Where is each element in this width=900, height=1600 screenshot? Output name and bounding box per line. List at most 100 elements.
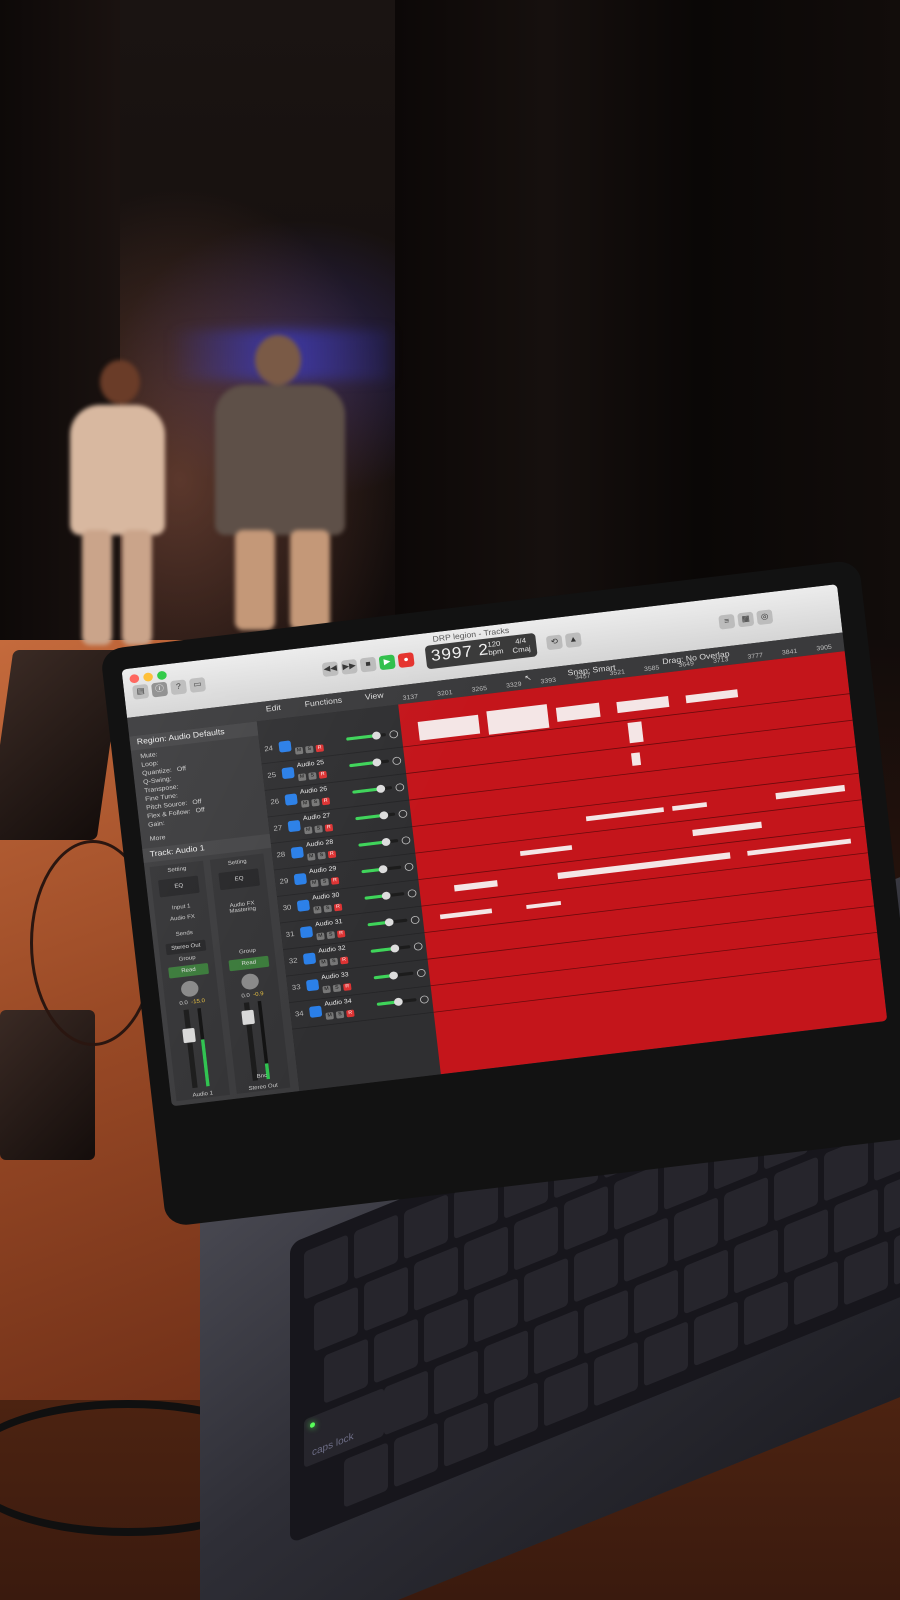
track-volume-slider[interactable]	[352, 784, 393, 794]
keyboard-key[interactable]	[414, 1245, 458, 1312]
pan-knob[interactable]	[180, 979, 200, 998]
input-monitor-icon[interactable]	[419, 995, 430, 1004]
input-monitor-icon[interactable]	[413, 942, 423, 951]
input-slot[interactable]: Input 1	[158, 902, 205, 913]
output-slot[interactable]: Stereo Out	[165, 939, 207, 956]
solo-button[interactable]: S	[308, 772, 317, 781]
audio-fx-slot[interactable]: Audio FX Mastering	[219, 899, 267, 915]
keyboard-key[interactable]	[784, 1208, 828, 1275]
mute-button[interactable]: M	[325, 1011, 334, 1020]
keyboard-key[interactable]	[564, 1185, 608, 1251]
solo-button[interactable]: S	[332, 984, 342, 993]
keyboard-key[interactable]	[364, 1265, 408, 1332]
view-menu[interactable]: View	[365, 691, 385, 702]
keyboard-key[interactable]	[734, 1228, 778, 1295]
keyboard-key[interactable]	[374, 1317, 418, 1384]
track-volume-slider[interactable]	[349, 757, 390, 768]
setting-button[interactable]: Setting	[153, 864, 200, 875]
mute-button[interactable]: M	[322, 985, 331, 994]
track-volume-slider[interactable]	[355, 810, 396, 821]
arrange-area[interactable]	[398, 651, 888, 1075]
keyboard-key[interactable]	[484, 1329, 528, 1396]
track-volume-slider[interactable]	[376, 997, 417, 1007]
setting-button[interactable]: Setting	[214, 857, 261, 868]
eq-button[interactable]: EQ	[218, 868, 261, 891]
inspector-row[interactable]: Gain:	[148, 819, 165, 828]
record-enable-button[interactable]: R	[327, 850, 337, 859]
input-monitor-icon[interactable]	[398, 809, 408, 819]
functions-menu[interactable]: Functions	[304, 696, 342, 709]
keyboard-key[interactable]	[514, 1205, 558, 1272]
keyboard-key[interactable]	[834, 1188, 878, 1254]
loop-browser-icon[interactable]: ◎	[756, 609, 774, 626]
solo-button[interactable]: S	[329, 957, 339, 966]
keyboard-key[interactable]	[424, 1297, 468, 1364]
record-enable-button[interactable]: R	[343, 982, 352, 991]
keyboard-key[interactable]	[384, 1369, 428, 1436]
solo-button[interactable]: S	[305, 745, 314, 754]
inspector-row[interactable]: Mute:	[140, 751, 158, 760]
eq-button[interactable]: EQ	[158, 875, 200, 898]
record-enable-button[interactable]: R	[346, 1009, 355, 1018]
keyboard-key[interactable]	[464, 1225, 508, 1292]
close-window-button[interactable]	[129, 673, 140, 684]
keyboard-key[interactable]	[794, 1260, 838, 1327]
record-enable-button[interactable]: R	[318, 770, 328, 779]
track-volume-slider[interactable]	[346, 731, 387, 741]
input-monitor-icon[interactable]	[410, 915, 420, 925]
keyboard-key[interactable]	[404, 1193, 448, 1260]
stop-button[interactable]: ■	[359, 656, 377, 673]
mute-button[interactable]: M	[303, 826, 313, 835]
solo-button[interactable]: S	[326, 931, 336, 940]
mute-button[interactable]: M	[319, 958, 328, 967]
record-enable-button[interactable]: R	[330, 876, 340, 885]
keyboard-key[interactable]	[644, 1320, 688, 1387]
volume-fader[interactable]	[182, 1027, 196, 1044]
cycle-button[interactable]: ⟲	[545, 634, 563, 651]
automation-mode[interactable]: Read	[168, 962, 210, 979]
keyboard-key[interactable]	[744, 1280, 788, 1347]
edit-menu[interactable]: Edit	[265, 704, 281, 714]
keyboard-key[interactable]	[634, 1268, 678, 1335]
keyboard-key[interactable]	[894, 1219, 900, 1286]
keyboard-key[interactable]	[434, 1349, 478, 1416]
keyboard-key[interactable]	[674, 1196, 718, 1263]
keyboard-key[interactable]	[344, 1442, 388, 1508]
record-button[interactable]: ●	[397, 652, 415, 669]
keyboard-key[interactable]	[614, 1164, 658, 1231]
input-monitor-icon[interactable]	[407, 889, 417, 898]
keyboard-key[interactable]	[574, 1237, 618, 1303]
audio-fx-slot[interactable]: Audio FX	[159, 913, 206, 924]
keyboard-key[interactable]	[884, 1167, 900, 1234]
track-volume-slider[interactable]	[367, 917, 408, 927]
mute-button[interactable]: M	[300, 799, 310, 808]
keyboard-key[interactable]	[684, 1248, 728, 1315]
volume-fader[interactable]	[241, 1009, 255, 1026]
keyboard-key[interactable]	[694, 1300, 738, 1367]
keyboard-key[interactable]	[474, 1277, 518, 1344]
play-button[interactable]: ▶	[378, 654, 396, 671]
input-monitor-icon[interactable]	[401, 835, 411, 845]
keyboard-key[interactable]	[844, 1240, 888, 1306]
record-enable-button[interactable]: R	[315, 744, 325, 753]
record-enable-button[interactable]: R	[333, 903, 343, 912]
input-monitor-icon[interactable]	[388, 729, 399, 739]
track-volume-slider[interactable]	[364, 891, 405, 901]
minimize-window-button[interactable]	[142, 672, 154, 682]
track-volume-slider[interactable]	[373, 971, 414, 980]
keyboard-key[interactable]	[544, 1361, 588, 1428]
mute-button[interactable]: M	[307, 852, 316, 861]
zoom-window-button[interactable]	[156, 670, 168, 681]
keyboard-key[interactable]	[534, 1309, 578, 1376]
fast-forward-button[interactable]: ▶▶	[340, 658, 358, 675]
record-enable-button[interactable]: R	[324, 823, 334, 832]
keyboard-key[interactable]	[444, 1401, 488, 1468]
keyboard-key[interactable]	[324, 1338, 368, 1404]
pan-knob[interactable]	[240, 972, 260, 991]
mute-button[interactable]: M	[294, 746, 304, 755]
input-monitor-icon[interactable]	[392, 756, 402, 766]
list-editors-icon[interactable]: ≡	[718, 613, 736, 630]
keyboard-key[interactable]	[724, 1176, 768, 1243]
record-enable-button[interactable]: R	[321, 797, 331, 806]
solo-button[interactable]: S	[311, 798, 320, 807]
